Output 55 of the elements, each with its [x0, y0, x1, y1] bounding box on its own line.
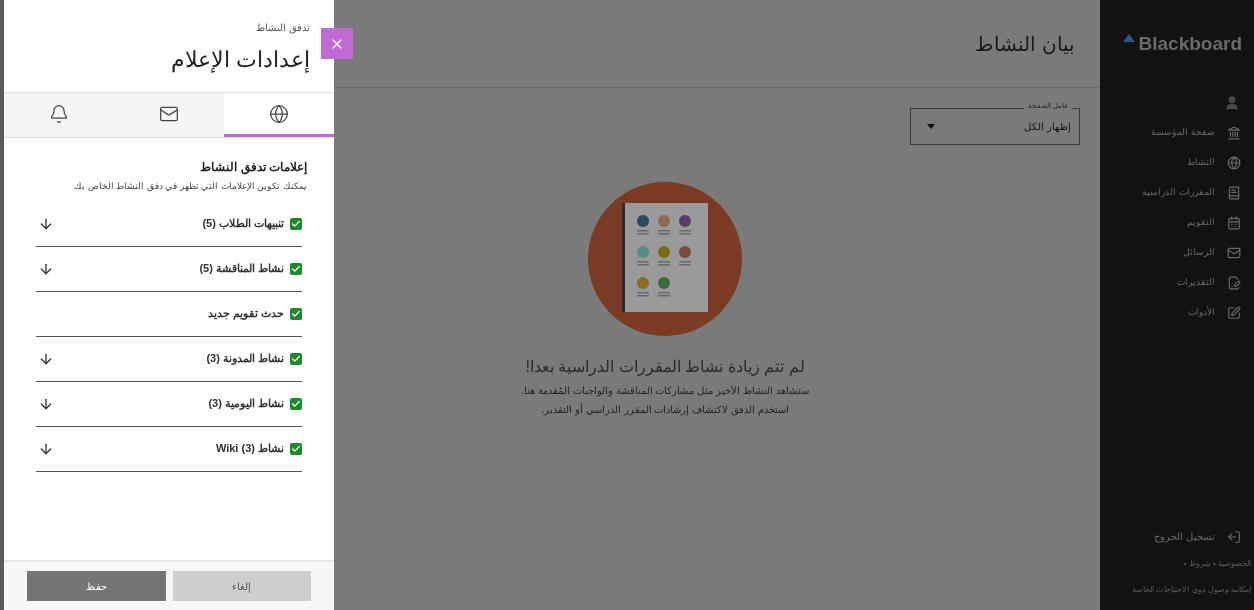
checkbox[interactable]: [290, 442, 302, 455]
notification-label: نشاط المدونة (3): [206, 351, 284, 367]
nav-label: الأدوات: [1188, 306, 1215, 320]
accessibility-link[interactable]: إمكانية وصول ذوي الاحتياجات الخاصة: [1132, 584, 1251, 596]
nav-item[interactable]: التقديرات: [1100, 268, 1254, 298]
empty-state-text: استخدم الدفق لاكتشاف إرشادات المقرر الدراسي أو التقدير.: [541, 402, 789, 417]
notification-label: تنبيهات الطلاب (5): [202, 216, 284, 232]
notification-label: نشاط (3) Wiki: [215, 441, 284, 457]
nav-item[interactable]: النشاط: [1100, 148, 1254, 178]
calendar-icon: [1227, 216, 1241, 230]
panel-title: إعدادات الإعلام: [170, 46, 310, 75]
save-button[interactable]: حفظ: [27, 571, 166, 601]
globe-icon: [269, 103, 289, 124]
notification-label: حدث تقويم جديد: [207, 306, 284, 322]
logo[interactable]: Blackboard: [1138, 29, 1242, 59]
globe-icon: [1227, 156, 1241, 170]
empty-state-title: لم تتم زيادة نشاط المقررات الدراسية بعدا!: [525, 357, 805, 378]
checkbox[interactable]: [290, 217, 302, 230]
nav-label: التقديرات: [1177, 276, 1215, 290]
nav-item[interactable]: صفحة المؤسسة: [1100, 118, 1254, 148]
pencil-square-icon: [1227, 306, 1241, 320]
cancel-button[interactable]: إلغاء: [172, 571, 311, 601]
logo-mark-icon: [1122, 34, 1135, 42]
notification-label: نشاط المناقشة (5): [199, 261, 284, 277]
document-icon: [1227, 276, 1241, 290]
checkbox[interactable]: [290, 352, 302, 365]
nav-item[interactable]: الأدوات: [1100, 298, 1254, 328]
envelope-icon: [1227, 246, 1241, 260]
book-icon: [1227, 186, 1241, 200]
nav-item[interactable]: الرسائل: [1100, 238, 1254, 268]
tab[interactable]: [224, 93, 334, 137]
logout-label: تسجيل الخروج: [1154, 530, 1215, 544]
nav-label: النشاط: [1187, 156, 1215, 170]
page-title: بيان النشاط: [975, 31, 1075, 57]
empty-state-text: ستشاهد النشاط الأخير مثل مشاركات المناقشة والواجبات المُقدمة هنا.: [521, 384, 809, 398]
nav-label: صفحة المؤسسة: [1151, 126, 1215, 140]
logout-link[interactable]: تسجيل الخروج: [1100, 529, 1241, 544]
checkbox[interactable]: [290, 397, 302, 410]
breadcrumb: تدفق النشاط: [256, 21, 310, 35]
legal-links[interactable]: الخصوصية • شروط •: [1183, 558, 1251, 570]
filter-value: إظهار الكل: [1023, 120, 1071, 134]
dropdown-caret-icon: [927, 124, 935, 129]
nav-item[interactable]: التقويم: [1100, 208, 1254, 238]
nav-item[interactable]: المقررات الدراسية: [1100, 178, 1254, 208]
section-heading: إعلامات تدفق النشاط: [200, 159, 307, 176]
nav-label: التقويم: [1187, 216, 1215, 230]
checkbox[interactable]: [290, 307, 302, 320]
logout-icon: [1227, 529, 1241, 544]
checkbox[interactable]: [290, 262, 302, 275]
section-description: يمكنك تكوين الإعلامات التي تظهر في دفق النشاط الخاص بك: [74, 180, 307, 194]
notification-label: نشاط اليومية (3): [208, 396, 284, 412]
nav-label: الرسائل: [1183, 246, 1215, 260]
nav-label: المقررات الدراسية: [1142, 186, 1215, 200]
bank-icon: [1227, 126, 1241, 140]
bell-icon: [49, 103, 69, 124]
